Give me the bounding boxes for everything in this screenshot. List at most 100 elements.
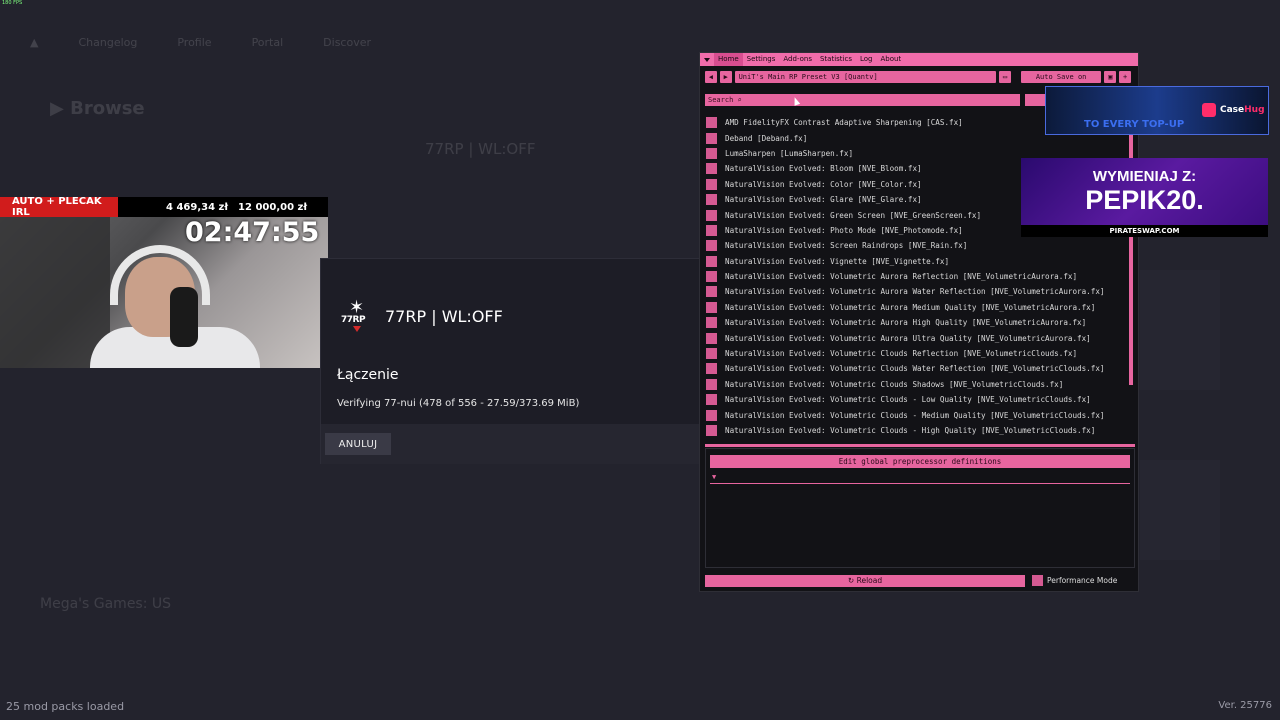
splitter[interactable] — [705, 444, 1135, 447]
effect-label: NaturalVision Evolved: Color [NVE_Color.… — [725, 179, 922, 189]
casehug-slogan: TO EVERY TOP-UP — [1084, 119, 1185, 130]
stream-target-amount: 12 000,00 zł — [238, 201, 308, 213]
stream-timer: 02:47:55 — [185, 217, 320, 248]
effect-checkbox[interactable] — [706, 425, 717, 436]
search-options-button[interactable] — [1025, 94, 1047, 106]
folder-icon[interactable]: ▭ — [999, 71, 1011, 83]
effect-item[interactable]: NaturalVision Evolved: Volumetric Clouds… — [706, 392, 1126, 407]
effect-item[interactable]: NaturalVision Evolved: Volumetric Clouds… — [706, 423, 1126, 438]
effect-checkbox[interactable] — [706, 348, 717, 360]
effect-item[interactable]: NaturalVision Evolved: Volumetric Clouds… — [706, 377, 1126, 392]
pirateswap-ad[interactable]: WYMIENIAJ Z: PEPIK20. PIRATESWAP.COM — [1021, 158, 1268, 237]
casehug-brand: CaseHug — [1220, 105, 1265, 115]
effect-checkbox[interactable] — [706, 394, 717, 406]
next-preset-icon[interactable]: ▶ — [719, 71, 732, 83]
auto-save-button[interactable]: Auto Save on — [1020, 71, 1102, 83]
effect-checkbox[interactable] — [706, 178, 717, 190]
background-nav-item: Discover — [323, 36, 372, 49]
effect-label: NaturalVision Evolved: Volumetric Clouds… — [725, 426, 1096, 435]
effect-item[interactable]: NaturalVision Evolved: Vignette [NVE_Vig… — [706, 254, 1126, 269]
effect-label: NaturalVision Evolved: Volumetric Clouds… — [725, 364, 1105, 374]
search-input[interactable]: Search ⌕ — [705, 94, 1020, 106]
effect-item[interactable]: NaturalVision Evolved: Volumetric Aurora… — [706, 315, 1126, 330]
server-name: 77RP | WL:OFF — [385, 306, 503, 326]
background-nav-item: Changelog — [78, 36, 138, 49]
connecting-dialog: ✶ 77RP 77RP | WL:OFF Łączenie Verifying … — [320, 258, 700, 464]
background-favorite: Mega's Games: US — [40, 596, 172, 612]
menu-log[interactable]: Log — [856, 53, 877, 66]
menu-home[interactable]: Home — [714, 53, 743, 66]
effect-item[interactable]: NaturalVision Evolved: Volumetric Clouds… — [706, 361, 1126, 376]
effect-checkbox[interactable] — [706, 132, 717, 144]
background-nav-item: Profile — [177, 36, 212, 49]
effect-label: NaturalVision Evolved: Volumetric Aurora… — [725, 302, 1096, 312]
effect-item[interactable]: NaturalVision Evolved: Volumetric Clouds… — [706, 346, 1126, 361]
effect-label: NaturalVision Evolved: Vignette [NVE_Vig… — [725, 256, 950, 266]
effect-label: NaturalVision Evolved: Volumetric Clouds… — [725, 349, 1078, 359]
preset-selector[interactable]: UniT's Main RP Preset V3 [Quantv] — [734, 71, 997, 83]
effect-checkbox[interactable] — [706, 332, 717, 344]
effect-checkbox[interactable] — [706, 147, 717, 159]
effect-checkbox[interactable] — [706, 301, 717, 313]
background-title: ▶ Browse — [50, 98, 145, 119]
stream-goal-bar: AUTO + PLECAK IRL 4 469,34 zł 12 000,00 … — [0, 196, 328, 218]
effect-checkbox[interactable] — [706, 317, 717, 329]
effect-label: NaturalVision Evolved: Volumetric Clouds… — [725, 379, 1064, 389]
stream-goal-label: AUTO + PLECAK IRL — [0, 196, 118, 218]
background-nav-item: Portal — [251, 36, 284, 49]
background-home-icon: ▲ — [30, 36, 39, 49]
effect-label: NaturalVision Evolved: Bloom [NVE_Bloom.… — [725, 164, 922, 174]
effect-checkbox[interactable] — [706, 409, 717, 421]
effect-checkbox[interactable] — [706, 240, 717, 252]
background-card — [1140, 270, 1220, 390]
cancel-button[interactable]: ANULUJ — [325, 433, 391, 455]
effect-label: Deband [Deband.fx] — [725, 133, 808, 143]
reload-button[interactable]: ↻ Reload — [705, 575, 1025, 587]
preset-toolbar: ◀ ▶ UniT's Main RP Preset V3 [Quantv] ▭ … — [705, 71, 1132, 83]
effect-item[interactable]: NaturalVision Evolved: Volumetric Aurora… — [706, 284, 1126, 299]
effect-checkbox[interactable] — [706, 224, 717, 236]
performance-mode-checkbox[interactable] — [1032, 575, 1043, 586]
effect-list-scrollbar[interactable] — [1129, 115, 1133, 385]
save-icon[interactable]: ▣ — [1104, 71, 1117, 83]
performance-mode-toggle[interactable]: Performance Mode — [1032, 575, 1117, 586]
expand-icon[interactable]: ▼ — [712, 473, 716, 481]
effect-label: NaturalVision Evolved: Screen Raindrops … — [725, 241, 968, 251]
background-nav: ▲ Changelog Profile Portal Discover — [30, 36, 371, 49]
effect-checkbox[interactable] — [706, 194, 717, 206]
effect-checkbox[interactable] — [706, 209, 717, 221]
pirateswap-code: PEPIK20. — [1085, 185, 1204, 215]
effect-item[interactable]: NaturalVision Evolved: Volumetric Aurora… — [706, 330, 1126, 345]
effect-item[interactable]: NaturalVision Evolved: Volumetric Aurora… — [706, 300, 1126, 315]
add-preset-icon[interactable]: + — [1119, 71, 1132, 83]
effect-checkbox[interactable] — [706, 378, 717, 390]
effect-label: NaturalVision Evolved: Volumetric Aurora… — [725, 272, 1078, 282]
effect-checkbox[interactable] — [706, 363, 717, 375]
menu-about[interactable]: About — [876, 53, 905, 66]
effect-label: AMD FidelityFX Contrast Adaptive Sharpen… — [725, 118, 963, 128]
effect-checkbox[interactable] — [706, 163, 717, 175]
performance-mode-label: Performance Mode — [1047, 576, 1118, 585]
casehug-ad[interactable]: TO EVERY TOP-UP CaseHug — [1045, 86, 1269, 135]
previous-preset-icon[interactable]: ◀ — [705, 71, 717, 83]
effect-checkbox[interactable] — [706, 271, 717, 283]
effect-item[interactable]: NaturalVision Evolved: Screen Raindrops … — [706, 238, 1126, 253]
edit-preprocessor-button[interactable]: Edit global preprocessor definitions — [710, 455, 1130, 468]
effect-checkbox[interactable] — [706, 286, 717, 298]
dialog-title: Łączenie — [337, 367, 399, 383]
effect-label: NaturalVision Evolved: Glare [NVE_Glare.… — [725, 195, 922, 205]
search-icon: ⌕ — [737, 96, 742, 104]
reshade-menubar: Home Settings Add-ons Statistics Log Abo… — [700, 53, 1138, 66]
menu-statistics[interactable]: Statistics — [816, 53, 856, 66]
effect-checkbox[interactable] — [706, 117, 717, 129]
effect-item[interactable]: NaturalVision Evolved: Volumetric Clouds… — [706, 407, 1126, 422]
menu-settings[interactable]: Settings — [743, 53, 780, 66]
effect-item[interactable]: NaturalVision Evolved: Volumetric Aurora… — [706, 269, 1126, 284]
divider — [710, 483, 1130, 484]
pirateswap-line1: WYMIENIAJ Z: — [1092, 168, 1197, 185]
connection-status: Verifying 77-nui (478 of 556 - 27.59/373… — [337, 398, 580, 409]
effect-label: NaturalVision Evolved: Photo Mode [NVE_P… — [725, 225, 963, 235]
menu-addons[interactable]: Add-ons — [779, 53, 816, 66]
effect-checkbox[interactable] — [706, 255, 717, 267]
collapse-icon[interactable] — [704, 57, 710, 62]
